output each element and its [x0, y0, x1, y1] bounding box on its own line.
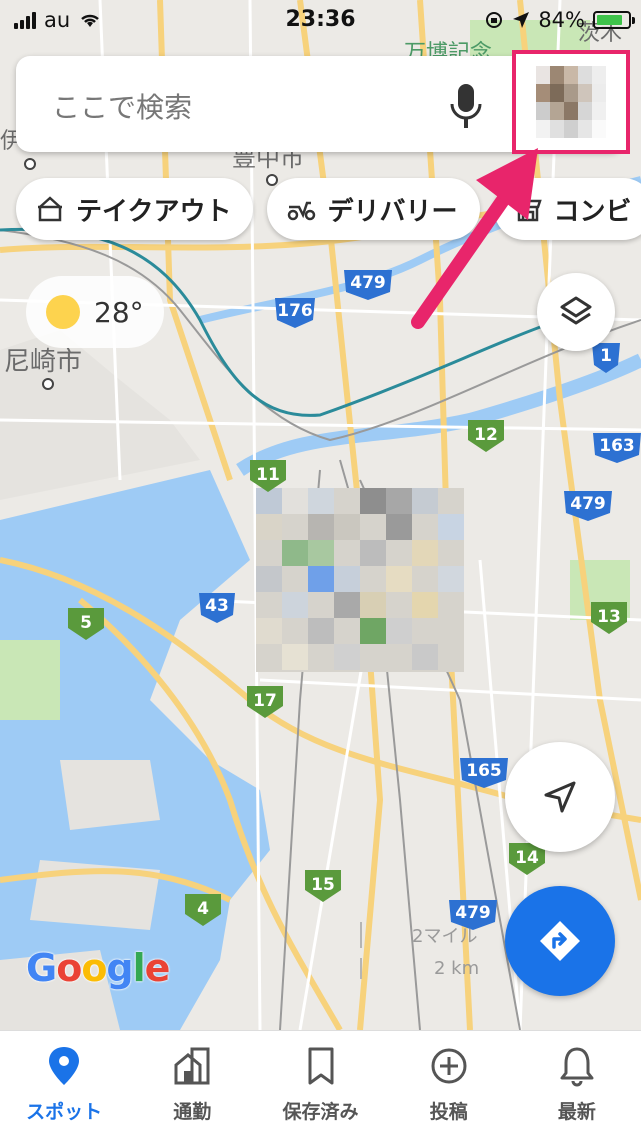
status-bar: au 23:36 84%	[0, 0, 641, 42]
tab-commute[interactable]: 通勤	[128, 1031, 256, 1137]
tab-updates[interactable]: 最新	[513, 1031, 641, 1137]
svg-text:11: 11	[256, 465, 280, 485]
svg-text:5: 5	[80, 613, 92, 633]
svg-text:14: 14	[515, 848, 539, 868]
bottom-tab-bar: スポット 通勤 保存済み 投稿 最新	[0, 1030, 641, 1137]
bookmark-icon	[301, 1045, 341, 1087]
category-chips: テイクアウト デリバリー コンビ	[16, 178, 641, 240]
tab-spots-label: スポット	[26, 1097, 102, 1124]
search-placeholder[interactable]: ここで検索	[52, 86, 192, 126]
account-avatar-button[interactable]	[512, 50, 630, 154]
chip-convenience-store[interactable]: コンビ	[494, 178, 641, 240]
svg-text:479: 479	[570, 494, 606, 514]
chip-convenience-label: コンビ	[554, 191, 632, 228]
bell-icon	[557, 1045, 597, 1087]
microphone-icon[interactable]	[448, 80, 484, 130]
directions-icon	[537, 918, 583, 964]
google-logo-text: Google	[26, 946, 169, 990]
svg-text:12: 12	[474, 425, 498, 445]
svg-text:165: 165	[466, 761, 502, 781]
directions-button[interactable]	[505, 886, 615, 996]
google-logo: Google	[26, 946, 169, 990]
pin-icon	[44, 1045, 84, 1087]
battery-percentage: 84%	[538, 8, 585, 32]
tab-updates-label: 最新	[558, 1097, 596, 1124]
svg-text:479: 479	[455, 903, 491, 923]
weather-widget[interactable]: 28°	[26, 276, 164, 348]
add-circle-icon	[429, 1045, 469, 1087]
svg-text:176: 176	[277, 301, 313, 321]
scale-miles: 2マイル	[412, 926, 477, 947]
svg-text:4: 4	[197, 899, 209, 919]
delivery-scooter-icon	[285, 193, 317, 225]
chip-takeout[interactable]: テイクアウト	[16, 178, 253, 240]
tab-saved-label: 保存済み	[283, 1097, 359, 1124]
map-canvas[interactable]: 豊中市 尼崎市 伊丹 万博記念 茨木 176 479 43 479 165 47…	[0, 0, 641, 1030]
sun-icon	[46, 295, 80, 329]
svg-text:15: 15	[311, 875, 335, 895]
chip-takeout-label: テイクアウト	[76, 191, 231, 228]
tab-contribute[interactable]: 投稿	[385, 1031, 513, 1137]
navigation-arrow-icon	[540, 777, 580, 817]
svg-text:17: 17	[253, 691, 277, 711]
layers-button[interactable]	[537, 273, 615, 351]
map-label-amagasaki: 尼崎市	[4, 347, 82, 377]
svg-text:479: 479	[350, 273, 386, 293]
chip-delivery-label: デリバリー	[327, 191, 457, 228]
tab-commute-label: 通勤	[173, 1097, 211, 1124]
battery-level	[597, 15, 622, 25]
weather-temperature: 28°	[94, 296, 144, 329]
svg-text:43: 43	[205, 596, 229, 616]
commute-home-icon	[172, 1045, 212, 1087]
orientation-lock-icon	[484, 10, 504, 30]
tab-spots[interactable]: スポット	[0, 1031, 128, 1137]
svg-text:163: 163	[599, 436, 635, 456]
avatar	[536, 66, 606, 138]
svg-text:1: 1	[600, 346, 612, 366]
battery-icon	[593, 11, 631, 29]
map-scale: 2マイル 2 km	[360, 922, 479, 979]
svg-text:13: 13	[597, 607, 621, 627]
tab-contribute-label: 投稿	[430, 1097, 468, 1124]
my-location-button[interactable]	[505, 742, 615, 852]
layers-icon	[556, 292, 596, 332]
chip-delivery[interactable]: デリバリー	[267, 178, 479, 240]
scale-km: 2 km	[434, 958, 479, 979]
tab-saved[interactable]: 保存済み	[256, 1031, 384, 1137]
convenience-store-icon	[512, 193, 544, 225]
takeout-icon	[34, 193, 66, 225]
location-arrow-icon	[512, 11, 530, 29]
